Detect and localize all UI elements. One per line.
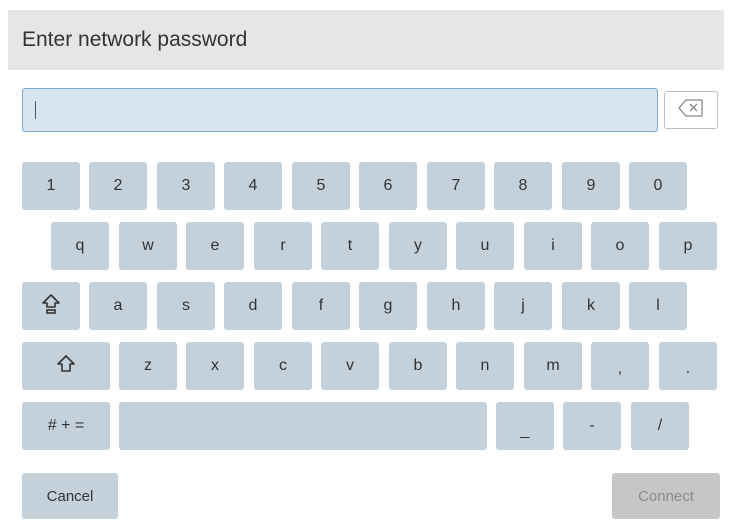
key-x[interactable]: x [186,342,244,390]
key-label: b [413,357,423,374]
key-4[interactable]: 4 [224,162,282,210]
key-label: i [551,237,555,254]
key-label: y [414,237,422,254]
key-label: g [383,297,393,314]
cancel-button[interactable]: Cancel [22,473,118,519]
password-input[interactable] [22,88,658,132]
key-j[interactable]: j [494,282,552,330]
key-label: a [113,297,123,314]
key-label: 3 [181,177,191,194]
caps-lock-key[interactable] [22,282,80,330]
shift-icon [56,354,76,379]
key-label: l [656,297,660,314]
key-i[interactable]: i [524,222,582,270]
key-label: w [142,237,154,254]
connect-button[interactable]: Connect [612,473,720,519]
key-label: m [546,357,560,374]
symbols-key[interactable]: # + = [22,402,110,450]
cancel-label: Cancel [46,487,94,505]
backspace-button[interactable] [664,91,718,129]
key-label: . [685,360,691,377]
key-g[interactable]: g [359,282,417,330]
key-label: h [451,297,461,314]
key-label: 0 [653,177,663,194]
key-d[interactable]: d [224,282,282,330]
key-label: r [280,237,286,254]
key-slash[interactable]: / [631,402,689,450]
key-label: 6 [383,177,393,194]
key-label: d [248,297,258,314]
key-label: - [589,417,595,434]
key-h[interactable]: h [427,282,485,330]
key-5[interactable]: 5 [292,162,350,210]
key-label: k [587,297,595,314]
backspace-icon [678,98,704,122]
key-m[interactable]: m [524,342,582,390]
key-label: 4 [248,177,258,194]
key-0[interactable]: 0 [629,162,687,210]
key-label: _ [520,422,530,439]
key-label: # + = [47,417,85,434]
key-q[interactable]: q [51,222,109,270]
key-u[interactable]: u [456,222,514,270]
key-z[interactable]: z [119,342,177,390]
text-caret [35,101,36,119]
key-6[interactable]: 6 [359,162,417,210]
key-n[interactable]: n [456,342,514,390]
key-label: 5 [316,177,326,194]
key-label: x [211,357,219,374]
key-label: n [480,357,490,374]
key-label: , [617,360,623,377]
key-8[interactable]: 8 [494,162,552,210]
space-key[interactable] [119,402,487,450]
key-label: q [75,237,85,254]
key-label: s [182,297,190,314]
key-7[interactable]: 7 [427,162,485,210]
key-e[interactable]: e [186,222,244,270]
key-s[interactable]: s [157,282,215,330]
key-comma[interactable]: , [591,342,649,390]
key-o[interactable]: o [591,222,649,270]
key-label: p [683,237,693,254]
key-k[interactable]: k [562,282,620,330]
key-label: 1 [46,177,56,194]
key-label: 2 [113,177,123,194]
key-label: o [615,237,625,254]
caps-lock-icon [41,293,61,320]
key-2[interactable]: 2 [89,162,147,210]
key-underscore[interactable]: _ [496,402,554,450]
key-1[interactable]: 1 [22,162,80,210]
connect-label: Connect [638,487,694,505]
key-y[interactable]: y [389,222,447,270]
key-label: t [347,237,353,254]
key-label: 7 [451,177,461,194]
key-label: f [318,297,324,314]
key-label: v [346,357,354,374]
key-label: 9 [586,177,596,194]
key-label: j [521,297,525,314]
key-b[interactable]: b [389,342,447,390]
key-label: z [144,357,152,374]
key-w[interactable]: w [119,222,177,270]
key-label: c [279,357,287,374]
key-label: u [480,237,490,254]
key-period[interactable]: . [659,342,717,390]
key-p[interactable]: p [659,222,717,270]
key-v[interactable]: v [321,342,379,390]
shift-key[interactable] [22,342,110,390]
key-label: 8 [518,177,528,194]
key-3[interactable]: 3 [157,162,215,210]
key-label: / [657,417,663,434]
key-f[interactable]: f [292,282,350,330]
dialog-title: Enter network password [22,28,248,51]
key-label: e [210,237,220,254]
key-a[interactable]: a [89,282,147,330]
key-r[interactable]: r [254,222,312,270]
dialog-title-bar: Enter network password [8,10,724,70]
key-c[interactable]: c [254,342,312,390]
key-l[interactable]: l [629,282,687,330]
key-9[interactable]: 9 [562,162,620,210]
key-hyphen[interactable]: - [563,402,621,450]
key-t[interactable]: t [321,222,379,270]
